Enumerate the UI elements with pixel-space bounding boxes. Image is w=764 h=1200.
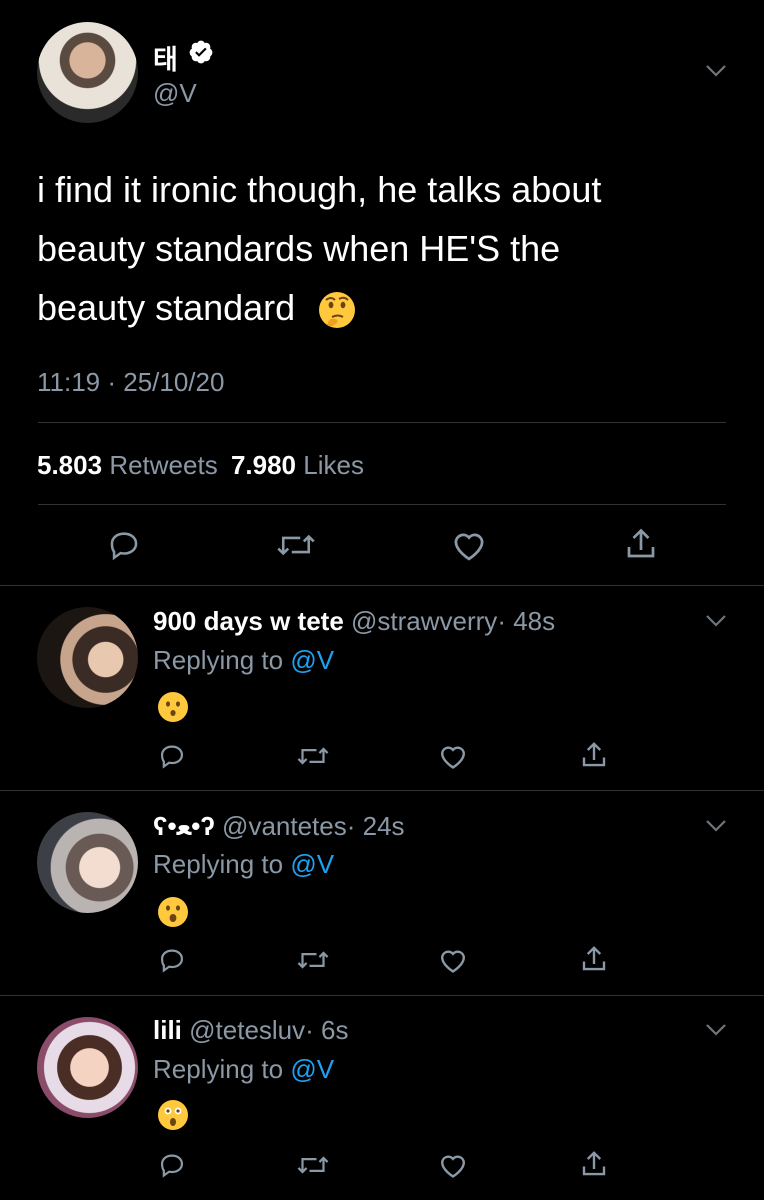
replying-to: Replying to @V xyxy=(153,849,334,880)
hushed-face-icon xyxy=(157,691,189,723)
retweet-icon[interactable] xyxy=(296,742,330,770)
likes-label[interactable]: Likes xyxy=(303,450,364,480)
chevron-down-icon[interactable] xyxy=(705,614,727,628)
tweet-text-line-end: beauty standard xyxy=(37,287,296,328)
heart-icon[interactable] xyxy=(437,946,469,974)
astonished-face-icon xyxy=(157,1099,189,1131)
mention-link[interactable]: @V xyxy=(290,645,334,675)
handle[interactable]: @tetesluv xyxy=(189,1015,305,1045)
open-mouth-face-icon xyxy=(157,896,189,928)
heart-icon[interactable] xyxy=(437,742,469,770)
tweet-text-line: i find it ironic though, he talks about xyxy=(37,169,602,210)
avatar[interactable] xyxy=(37,1017,138,1118)
timestamp[interactable]: 11:19 · 25/10/20 xyxy=(37,367,224,398)
time[interactable]: · 6s xyxy=(305,1015,348,1045)
replying-to: Replying to @V xyxy=(153,1054,334,1085)
divider xyxy=(0,995,764,996)
handle[interactable]: @strawverry xyxy=(351,606,497,636)
engagement-stats: 5.803 Retweets 7.980 Likes xyxy=(37,450,364,481)
heart-icon[interactable] xyxy=(450,528,488,562)
mention-link[interactable]: @V xyxy=(290,849,334,879)
reply-header: ʕ•ﻌ•ʔ @vantetes· 24s xyxy=(153,811,405,842)
chevron-down-icon[interactable] xyxy=(705,819,727,833)
retweets-label[interactable]: Retweets xyxy=(109,450,217,480)
time[interactable]: · 48s xyxy=(497,606,555,636)
time[interactable]: · 24s xyxy=(347,811,405,841)
tweet-text-line: beauty standards when HE'S the xyxy=(37,228,561,269)
share-icon[interactable] xyxy=(578,1149,610,1179)
divider xyxy=(38,422,726,423)
thinking-face-icon xyxy=(317,290,357,330)
retweet-icon[interactable] xyxy=(296,1151,330,1179)
display-name[interactable]: lili xyxy=(153,1015,182,1045)
chevron-down-icon[interactable] xyxy=(705,64,727,78)
reply-icon[interactable] xyxy=(157,742,187,770)
reply-header: 900 days w tete @strawverry· 48s xyxy=(153,606,555,637)
verified-icon xyxy=(188,39,214,65)
divider xyxy=(0,585,764,586)
display-name[interactable]: ʕ•ﻌ•ʔ xyxy=(153,811,215,841)
handle[interactable]: @V xyxy=(153,78,197,109)
handle[interactable]: @vantetes xyxy=(222,811,347,841)
share-icon[interactable] xyxy=(578,740,610,770)
share-icon[interactable] xyxy=(578,944,610,974)
tweet-text: i find it ironic though, he talks about … xyxy=(37,160,737,337)
reply-icon[interactable] xyxy=(106,528,142,562)
reply-icon[interactable] xyxy=(157,1151,187,1179)
share-icon[interactable] xyxy=(622,526,660,562)
replying-to-label: Replying to xyxy=(153,849,284,879)
replying-to-label: Replying to xyxy=(153,1054,284,1084)
avatar[interactable] xyxy=(37,607,138,708)
reply-icon[interactable] xyxy=(157,946,187,974)
replying-to: Replying to @V xyxy=(153,645,334,676)
display-name[interactable]: 태 xyxy=(153,38,178,77)
avatar[interactable] xyxy=(37,22,138,123)
reply-header: lili @tetesluv· 6s xyxy=(153,1015,348,1046)
divider xyxy=(38,504,726,505)
divider xyxy=(0,790,764,791)
chevron-down-icon[interactable] xyxy=(705,1023,727,1037)
avatar[interactable] xyxy=(37,812,138,913)
display-name[interactable]: 900 days w tete xyxy=(153,606,344,636)
retweet-icon[interactable] xyxy=(276,528,316,562)
retweets-count[interactable]: 5.803 xyxy=(37,450,102,480)
tweet-text-line: beauty standard xyxy=(37,278,737,337)
likes-count[interactable]: 7.980 xyxy=(231,450,296,480)
heart-icon[interactable] xyxy=(437,1151,469,1179)
mention-link[interactable]: @V xyxy=(290,1054,334,1084)
replying-to-label: Replying to xyxy=(153,645,284,675)
retweet-icon[interactable] xyxy=(296,946,330,974)
